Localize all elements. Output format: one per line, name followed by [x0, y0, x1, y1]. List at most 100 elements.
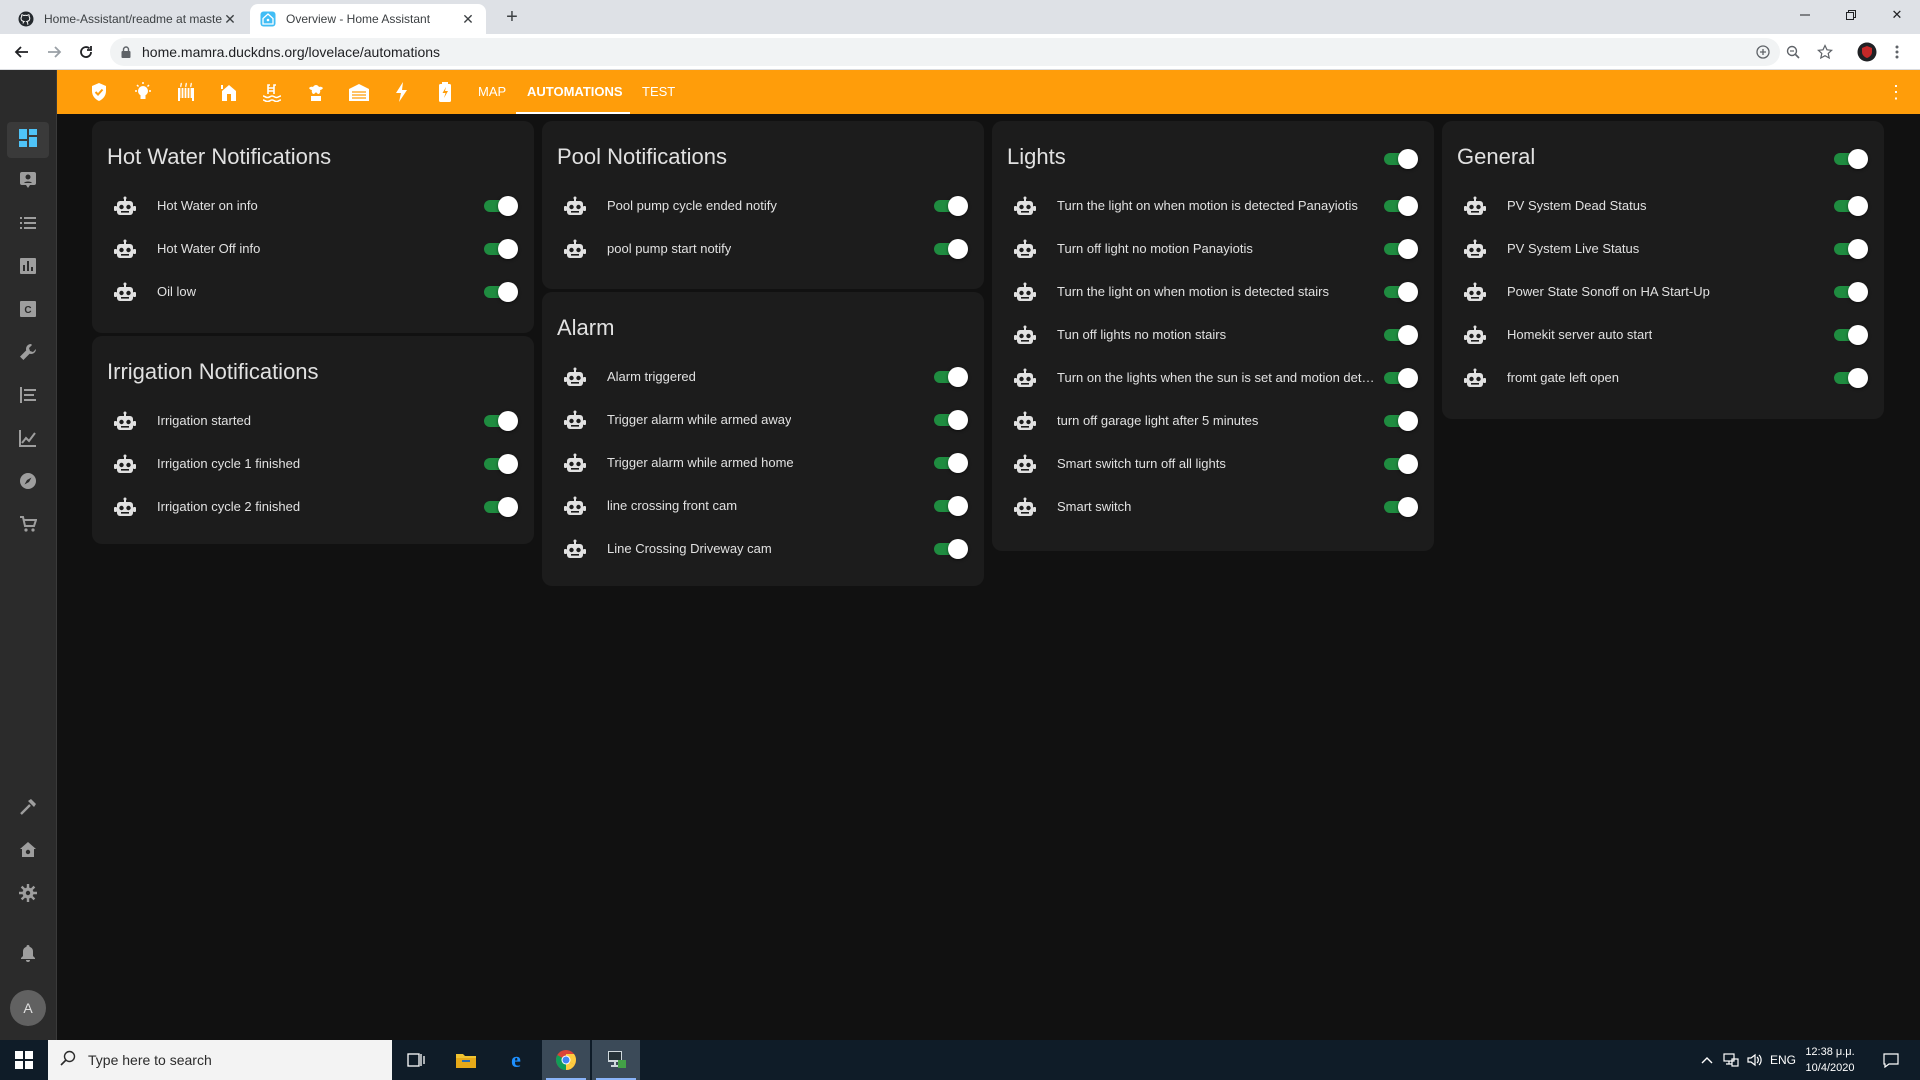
automation-row[interactable]: Pool pump cycle ended notify: [542, 185, 984, 228]
automation-toggle[interactable]: [1832, 368, 1868, 388]
show-hidden-icons-chevron-icon[interactable]: [1696, 1040, 1718, 1080]
sidebar-item-list[interactable]: [16, 213, 40, 237]
sidebar-item-tools[interactable]: [16, 342, 40, 366]
automation-row[interactable]: Hot Water on info: [92, 185, 534, 228]
automation-toggle[interactable]: [932, 496, 968, 516]
automation-toggle[interactable]: [1382, 497, 1418, 517]
automation-row[interactable]: Power State Sonoff on HA Start-Up: [1442, 271, 1884, 314]
tab-automations[interactable]: AUTOMATIONS: [527, 70, 623, 114]
browser-tab-home-assistant[interactable]: Overview - Home Assistant ✕: [250, 4, 486, 34]
automation-toggle[interactable]: [1382, 239, 1418, 259]
lightbulb-icon[interactable]: [131, 80, 155, 104]
browser-tab-github[interactable]: Home-Assistant/readme at master ✕: [8, 4, 248, 34]
automation-toggle[interactable]: [482, 282, 518, 302]
radiator-icon[interactable]: [174, 80, 198, 104]
taskbar-clock[interactable]: 12:38 μ.μ. 10/4/2020: [1796, 1044, 1864, 1076]
extension-shield-icon[interactable]: [1856, 41, 1878, 63]
automation-toggle[interactable]: [1382, 196, 1418, 216]
shield-icon[interactable]: [87, 80, 111, 104]
sidebar-item-code[interactable]: C: [16, 299, 40, 323]
automation-row[interactable]: Turn the light on when motion is detecte…: [992, 185, 1434, 228]
automation-row[interactable]: Hot Water Off info: [92, 228, 534, 271]
automation-toggle[interactable]: [482, 411, 518, 431]
windows-start-icon[interactable]: [0, 1040, 48, 1080]
close-tab-icon[interactable]: ✕: [222, 11, 238, 28]
automation-toggle[interactable]: [1832, 196, 1868, 216]
url-field[interactable]: home.mamra.duckdns.org/lovelace/automati…: [110, 38, 1780, 66]
automation-row[interactable]: Line Crossing Driveway cam: [542, 528, 984, 571]
automation-toggle[interactable]: [482, 454, 518, 474]
automation-toggle[interactable]: [1832, 239, 1868, 259]
battery-icon[interactable]: [433, 80, 457, 104]
automation-toggle[interactable]: [482, 239, 518, 259]
automation-row[interactable]: pool pump start notify: [542, 228, 984, 271]
install-app-icon[interactable]: [1754, 43, 1772, 61]
automation-toggle[interactable]: [932, 239, 968, 259]
close-tab-icon[interactable]: ✕: [460, 11, 476, 28]
sidebar-item-hacs[interactable]: [16, 840, 40, 864]
automation-toggle[interactable]: [1382, 368, 1418, 388]
automation-row[interactable]: Tun off lights no motion stairs: [992, 314, 1434, 357]
garden-icon[interactable]: [217, 80, 241, 104]
automation-row[interactable]: Smart switch: [992, 486, 1434, 529]
sidebar-item-area[interactable]: [16, 170, 40, 194]
card-header-toggle[interactable]: [1832, 149, 1868, 169]
automation-toggle[interactable]: [1832, 282, 1868, 302]
reload-icon[interactable]: [74, 40, 98, 64]
browser-menu-icon[interactable]: [1888, 43, 1906, 61]
tab-map[interactable]: MAP: [478, 70, 506, 114]
bookmark-star-icon[interactable]: [1816, 43, 1834, 61]
more-options-icon[interactable]: ⋮: [1884, 80, 1908, 104]
tab-test[interactable]: TEST: [642, 70, 675, 114]
chrome-icon[interactable]: [542, 1040, 590, 1080]
sidebar-item-chart[interactable]: [16, 256, 40, 280]
automation-toggle[interactable]: [482, 497, 518, 517]
automation-row[interactable]: Oil low: [92, 271, 534, 314]
automation-toggle[interactable]: [932, 453, 968, 473]
sidebar-item-logbook[interactable]: [16, 385, 40, 409]
task-view-icon[interactable]: [392, 1040, 440, 1080]
garage-icon[interactable]: [347, 80, 371, 104]
network-icon[interactable]: [1720, 1040, 1742, 1080]
back-icon[interactable]: [10, 40, 34, 64]
action-center-icon[interactable]: [1876, 1040, 1906, 1080]
taskbar-search-box[interactable]: Type here to search: [48, 1040, 392, 1080]
automation-row[interactable]: Irrigation started: [92, 400, 534, 443]
volume-icon[interactable]: [1744, 1040, 1766, 1080]
automation-row[interactable]: Turn the light on when motion is detecte…: [992, 271, 1434, 314]
automation-toggle[interactable]: [1382, 325, 1418, 345]
automation-row[interactable]: line crossing front cam: [542, 485, 984, 528]
automation-row[interactable]: Turn off light no motion Panayiotis: [992, 228, 1434, 271]
automation-row[interactable]: Turn on the lights when the sun is set a…: [992, 357, 1434, 400]
minimize-icon[interactable]: [1782, 0, 1828, 30]
sidebar-item-overview[interactable]: [16, 128, 40, 152]
sprinkler-icon[interactable]: [304, 80, 328, 104]
automation-row[interactable]: turn off garage light after 5 minutes: [992, 400, 1434, 443]
automation-row[interactable]: Trigger alarm while armed home: [542, 442, 984, 485]
file-explorer-icon[interactable]: [442, 1040, 490, 1080]
automation-toggle[interactable]: [482, 196, 518, 216]
sidebar-item-shopping-list[interactable]: [16, 514, 40, 538]
automation-toggle[interactable]: [1382, 454, 1418, 474]
restore-icon[interactable]: [1828, 0, 1874, 30]
sidebar-item-history[interactable]: [16, 428, 40, 452]
automation-row[interactable]: Irrigation cycle 1 finished: [92, 443, 534, 486]
sidebar-item-notifications[interactable]: [16, 943, 40, 967]
sidebar-item-explore[interactable]: [16, 471, 40, 495]
automation-row[interactable]: PV System Live Status: [1442, 228, 1884, 271]
automation-row[interactable]: Irrigation cycle 2 finished: [92, 486, 534, 529]
edge-icon[interactable]: e: [492, 1040, 540, 1080]
automation-toggle[interactable]: [932, 367, 968, 387]
flash-icon[interactable]: [390, 80, 414, 104]
close-window-icon[interactable]: ✕: [1874, 0, 1920, 30]
automation-toggle[interactable]: [932, 410, 968, 430]
pool-icon[interactable]: [260, 80, 284, 104]
forward-icon[interactable]: [42, 40, 66, 64]
automation-row[interactable]: Smart switch turn off all lights: [992, 443, 1434, 486]
automation-toggle[interactable]: [1382, 411, 1418, 431]
automation-row[interactable]: Homekit server auto start: [1442, 314, 1884, 357]
language-indicator[interactable]: ENG: [1768, 1040, 1798, 1080]
remote-desktop-icon[interactable]: [592, 1040, 640, 1080]
automation-toggle[interactable]: [1832, 325, 1868, 345]
avatar[interactable]: A: [10, 990, 46, 1026]
